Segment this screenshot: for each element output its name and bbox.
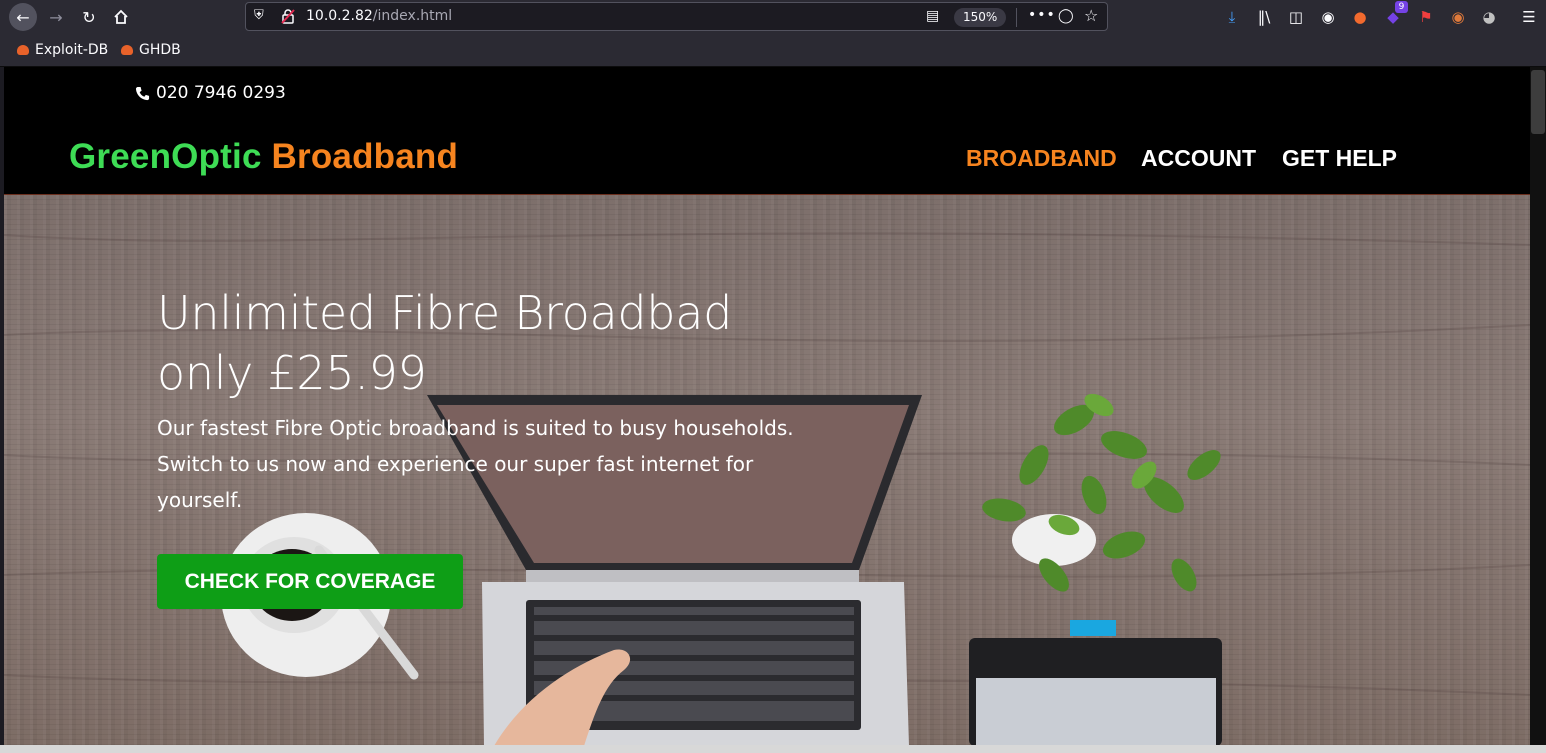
extension-flag-icon[interactable]: ⚑ [1414, 5, 1438, 29]
hero-title-line1: Unlimited Fibre Broadbad [157, 286, 732, 340]
library-icon[interactable]: ‖\ [1252, 5, 1276, 29]
reader-view-icon[interactable]: ▤ [926, 8, 939, 24]
nav-account[interactable]: ACCOUNT [1141, 145, 1256, 172]
extension-gem-icon[interactable]: ◆ 9 [1381, 1, 1408, 29]
url-separator [1016, 8, 1017, 27]
nav-broadband[interactable]: BROADBAND [966, 145, 1117, 172]
phone-number[interactable]: 020 7946 0293 [156, 83, 286, 103]
pocket-icon[interactable]: ◯ [1058, 8, 1074, 24]
address-bar[interactable]: ⛨ 10.0.2.82/index.html ▤ 150% ••• ◯ ☆ [245, 2, 1108, 31]
arrow-left-icon: ← [16, 7, 30, 27]
header-phone: 020 7946 0293 [135, 83, 286, 103]
hero-description: Our fastest Fibre Optic broadband is sui… [157, 416, 794, 512]
zoom-indicator[interactable]: 150% [954, 8, 1007, 27]
check-coverage-button[interactable]: CHECK FOR COVERAGE [157, 554, 463, 609]
bookmark-ghdb[interactable]: GHDB [121, 42, 181, 58]
home-icon [114, 9, 128, 24]
ghdb-icon [121, 45, 133, 55]
more-icon[interactable]: ••• [1028, 7, 1056, 23]
sidebar-icon[interactable]: ◫ [1284, 5, 1308, 29]
insecure-lock-icon[interactable] [280, 8, 296, 24]
scrollbar-thumb[interactable] [1531, 70, 1545, 134]
extension-fox-icon[interactable]: ● [1348, 5, 1372, 29]
bookmark-label: GHDB [139, 42, 181, 58]
account-icon[interactable]: ◉ [1316, 5, 1340, 29]
browser-toolbar: ← → ↻ ⛨ 10.0.2.82/index.html ▤ 150% ••• … [0, 0, 1546, 34]
status-strip [0, 745, 1546, 753]
phone-icon [135, 86, 150, 100]
page-viewport: 020 7946 0293 GreenOptic Broadband BROAD… [4, 67, 1530, 745]
extension-badge: 9 [1395, 1, 1408, 13]
bookmarks-bar: Exploit-DB GHDB [0, 34, 1546, 67]
extension-mask-icon[interactable]: ◕ [1477, 5, 1501, 29]
bookmark-label: Exploit-DB [35, 42, 109, 58]
scrollbar-track[interactable] [1530, 67, 1546, 745]
site-logo[interactable]: GreenOptic Broadband [69, 137, 458, 177]
star-icon[interactable]: ☆ [1084, 6, 1098, 25]
nav-get-help[interactable]: GET HELP [1282, 145, 1397, 172]
hero-title: Unlimited Fibre Broadbad only £25.99 [157, 283, 797, 403]
hero-banner: Unlimited Fibre Broadbad only £25.99 Our… [4, 194, 1530, 745]
back-button[interactable]: ← [9, 3, 37, 31]
forward-button[interactable]: → [42, 3, 70, 31]
exploit-db-icon [17, 45, 29, 55]
hamburger-icon[interactable]: ☰ [1517, 5, 1541, 29]
url-text[interactable]: 10.0.2.82/index.html [306, 8, 452, 24]
arrow-right-icon: → [49, 7, 63, 27]
hero-title-line2: only £25.99 [157, 346, 427, 400]
logo-green: GreenOptic [69, 137, 262, 176]
extension-cookie-icon[interactable]: ◉ [1446, 5, 1470, 29]
download-icon[interactable]: ⤓ [1220, 5, 1244, 29]
reload-button[interactable]: ↻ [75, 3, 103, 31]
logo-orange: Broadband [271, 137, 459, 176]
shield-icon[interactable]: ⛨ [254, 8, 264, 23]
home-button[interactable] [107, 3, 135, 31]
reload-icon: ↻ [82, 7, 96, 27]
bookmark-exploit-db[interactable]: Exploit-DB [17, 42, 108, 58]
